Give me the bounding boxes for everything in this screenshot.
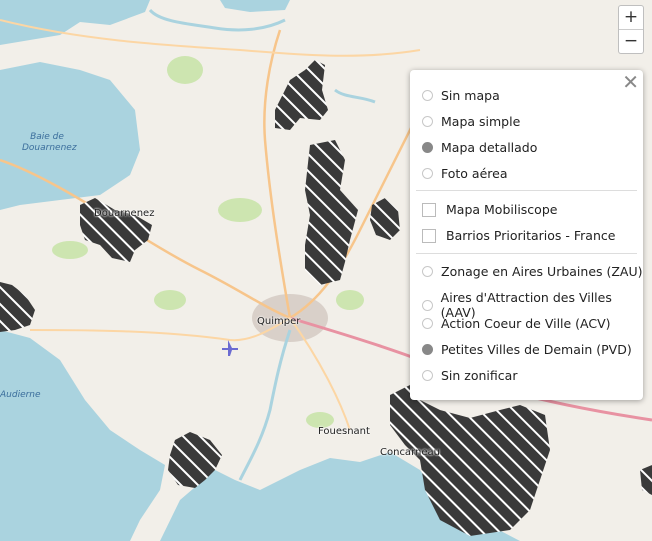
close-icon[interactable]: ✕: [622, 72, 639, 92]
zoning-option-label: Action Coeur de Ville (ACV): [441, 316, 611, 331]
basemap-option[interactable]: Mapa simple: [422, 114, 520, 129]
radio-icon[interactable]: [422, 299, 433, 311]
divider: [416, 253, 637, 254]
zoning-option-label: Zonage en Aires Urbaines (ZAU): [441, 264, 643, 279]
layer-panel: ✕ Sin mapa Mapa simple Mapa detallado Fo…: [410, 70, 643, 400]
town-label-quimper: Quimper: [257, 316, 301, 327]
basemap-option-label: Mapa detallado: [441, 140, 538, 155]
zoning-option[interactable]: Zonage en Aires Urbaines (ZAU): [422, 264, 643, 279]
zoning-option[interactable]: Sin zonificar: [422, 368, 517, 383]
forest-area: [167, 56, 203, 84]
zoning-option-label: Sin zonificar: [441, 368, 518, 383]
zoom-control: + −: [618, 5, 644, 54]
radio-selected-icon[interactable]: [422, 344, 433, 355]
radio-icon[interactable]: [422, 370, 433, 381]
radio-icon[interactable]: [422, 266, 433, 277]
town-label-douarnenez: Douarnenez: [94, 208, 155, 219]
basemap-option-label: Sin mapa: [441, 88, 500, 103]
forest-area: [218, 198, 262, 222]
overlay-option-label: Mapa Mobiliscope: [446, 202, 558, 217]
radio-icon[interactable]: [422, 168, 433, 179]
zoom-out-button[interactable]: −: [619, 29, 643, 53]
zoning-option[interactable]: Petites Villes de Demain (PVD): [422, 342, 632, 357]
divider: [416, 190, 637, 191]
overlay-option[interactable]: Barrios Prioritarios - France: [422, 228, 615, 243]
basemap-option[interactable]: Mapa detallado: [422, 140, 537, 155]
basemap-option-label: Foto aérea: [441, 166, 508, 181]
bay-label: Baie de Douarnenez: [22, 132, 77, 153]
forest-area: [336, 290, 364, 310]
basemap-option-label: Mapa simple: [441, 114, 521, 129]
forest-area: [52, 241, 88, 259]
zoning-option[interactable]: Action Coeur de Ville (ACV): [422, 316, 611, 331]
overlay-option-label: Barrios Prioritarios - France: [446, 228, 616, 243]
town-label-audierne: Audierne: [0, 390, 41, 400]
basemap-option[interactable]: Foto aérea: [422, 166, 507, 181]
radio-icon[interactable]: [422, 318, 433, 329]
forest-area: [154, 290, 186, 310]
basemap-option[interactable]: Sin mapa: [422, 88, 500, 103]
checkbox-icon[interactable]: [422, 228, 436, 243]
zoom-in-button[interactable]: +: [619, 6, 643, 29]
checkbox-icon[interactable]: [422, 202, 436, 217]
radio-icon[interactable]: [422, 90, 433, 101]
overlay-option[interactable]: Mapa Mobiliscope: [422, 202, 557, 217]
radio-icon[interactable]: [422, 116, 433, 127]
zoning-option-label: Petites Villes de Demain (PVD): [441, 342, 632, 357]
radio-selected-icon[interactable]: [422, 142, 433, 153]
town-label-concarneau: Concarneau: [380, 447, 440, 458]
town-label-fouesnant: Fouesnant: [318, 426, 370, 437]
